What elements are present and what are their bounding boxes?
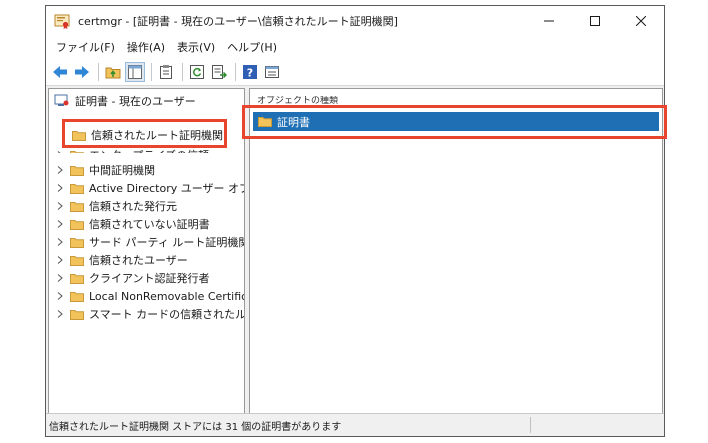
menu-view[interactable]: 表示(V) — [171, 39, 221, 55]
export-list-button[interactable] — [209, 62, 229, 82]
console-view-icon — [265, 65, 279, 78]
show-tree-icon — [128, 64, 142, 79]
back-button[interactable] — [50, 62, 70, 82]
forward-button[interactable] — [72, 62, 92, 82]
certificates-root-icon — [54, 94, 69, 106]
status-bar: 信頼されたルート証明機関 ストアには 31 個の証明書があります — [46, 413, 664, 436]
folder-icon — [70, 183, 84, 194]
help-button[interactable]: ? — [240, 62, 260, 82]
tree-item-label: Local NonRemovable Certifica — [89, 289, 245, 303]
close-button[interactable] — [618, 6, 664, 36]
minimize-button[interactable] — [526, 6, 572, 36]
properties-button[interactable] — [156, 62, 176, 82]
title-bar[interactable]: certmgr - [証明書 - 現在のユーザー\信頼されたルート証明機関] — [46, 6, 664, 36]
folder-icon — [70, 165, 84, 176]
console-view-button[interactable] — [262, 62, 282, 82]
toolbar-separator — [235, 62, 236, 81]
maximize-icon — [590, 16, 600, 26]
chevron-right-icon[interactable] — [55, 165, 65, 175]
toolbar-separator — [98, 62, 99, 81]
maximize-button[interactable] — [572, 6, 618, 36]
tree-item-label: 信頼されていない証明書 — [89, 218, 210, 231]
chevron-right-icon[interactable] — [55, 273, 65, 283]
refresh-icon — [190, 64, 204, 79]
chevron-right-icon[interactable] — [55, 219, 65, 229]
show-hide-tree-button[interactable] — [125, 61, 145, 82]
folder-icon — [70, 273, 84, 284]
tree-item-label: サード パーティ ルート証明機関 — [89, 236, 245, 249]
tree-root[interactable]: 証明書 - 現在のユーザー — [54, 92, 196, 110]
close-icon — [636, 16, 646, 26]
up-folder-icon — [105, 67, 121, 78]
window-title: certmgr - [証明書 - 現在のユーザー\信頼されたルート証明機関] — [78, 15, 398, 28]
tree-item-trusted-root-highlight[interactable]: 信頼されたルート証明機関 — [62, 119, 227, 148]
tree-item[interactable]: Local NonRemovable Certifica — [55, 287, 245, 305]
menu-bar: ファイル(F) 操作(A) 表示(V) ヘルプ(H) — [46, 36, 664, 58]
help-icon: ? — [243, 64, 257, 79]
tree-item-label: Active Directory ユーザー オブジ — [89, 182, 245, 195]
tree-item-label: スマート カードの信頼されたルート — [89, 308, 244, 321]
tree-item[interactable]: 信頼されたユーザー — [55, 251, 188, 269]
tree-item-label: 信頼されたユーザー — [89, 254, 188, 267]
toolbar-separator — [151, 62, 152, 81]
up-one-level-button[interactable] — [103, 62, 123, 82]
certificate-app-icon — [54, 14, 70, 29]
toolbar: ? — [46, 58, 664, 86]
folder-icon — [70, 237, 84, 248]
folder-icon — [70, 219, 84, 230]
refresh-button[interactable] — [187, 62, 207, 82]
chevron-right-icon[interactable] — [55, 150, 65, 153]
properties-icon — [160, 64, 172, 79]
menu-file[interactable]: ファイル(F) — [50, 39, 121, 55]
tree-item[interactable]: 信頼されていない証明書 — [55, 215, 210, 233]
chevron-right-icon[interactable] — [55, 201, 65, 211]
tree-pane[interactable]: 証明書 - 現在のユーザー 個人 エンタープライズの信頼 信頼されたルート証明機… — [48, 88, 245, 415]
tree-item[interactable]: 信頼された発行元 — [55, 197, 177, 215]
chevron-right-icon[interactable] — [55, 255, 65, 265]
forward-arrow-icon — [75, 65, 89, 78]
chevron-right-icon[interactable] — [55, 183, 65, 193]
tree-item[interactable]: Active Directory ユーザー オブジ — [55, 179, 245, 197]
status-divider — [530, 417, 531, 433]
tree-root-label: 証明書 - 現在のユーザー — [75, 95, 196, 108]
chevron-right-icon[interactable] — [55, 237, 65, 247]
chevron-right-icon[interactable] — [55, 309, 65, 319]
toolbar-separator — [182, 62, 183, 81]
tree-item-label: 信頼されたルート証明機関 — [91, 129, 223, 142]
folder-icon — [70, 291, 84, 302]
tree-item[interactable]: クライアント認証発行者 — [55, 269, 210, 287]
tree-item-label: クライアント認証発行者 — [89, 272, 210, 285]
tree-item-label: 中間証明機関 — [89, 164, 155, 177]
tree-item-label: 信頼された発行元 — [89, 200, 177, 213]
folder-icon — [70, 255, 84, 266]
tree-item[interactable]: サード パーティ ルート証明機関 — [55, 233, 245, 251]
folder-icon — [70, 309, 84, 320]
list-item-highlight — [242, 105, 667, 139]
back-arrow-icon — [53, 65, 67, 78]
folder-icon — [70, 150, 84, 153]
minimize-icon — [544, 20, 554, 22]
chevron-right-icon[interactable] — [55, 291, 65, 301]
svg-text:?: ? — [247, 66, 253, 79]
tree-item[interactable]: スマート カードの信頼されたルート — [55, 305, 244, 323]
menu-action[interactable]: 操作(A) — [121, 39, 171, 55]
export-list-icon — [212, 64, 227, 79]
folder-icon — [72, 130, 86, 141]
status-text: 信頼されたルート証明機関 ストアには 31 個の証明書があります — [49, 421, 342, 433]
certmgr-window: certmgr - [証明書 - 現在のユーザー\信頼されたルート証明機関] フ… — [45, 5, 667, 437]
menu-help[interactable]: ヘルプ(H) — [221, 39, 283, 55]
tree-item[interactable]: 中間証明機関 — [55, 161, 155, 179]
folder-icon — [70, 201, 84, 212]
